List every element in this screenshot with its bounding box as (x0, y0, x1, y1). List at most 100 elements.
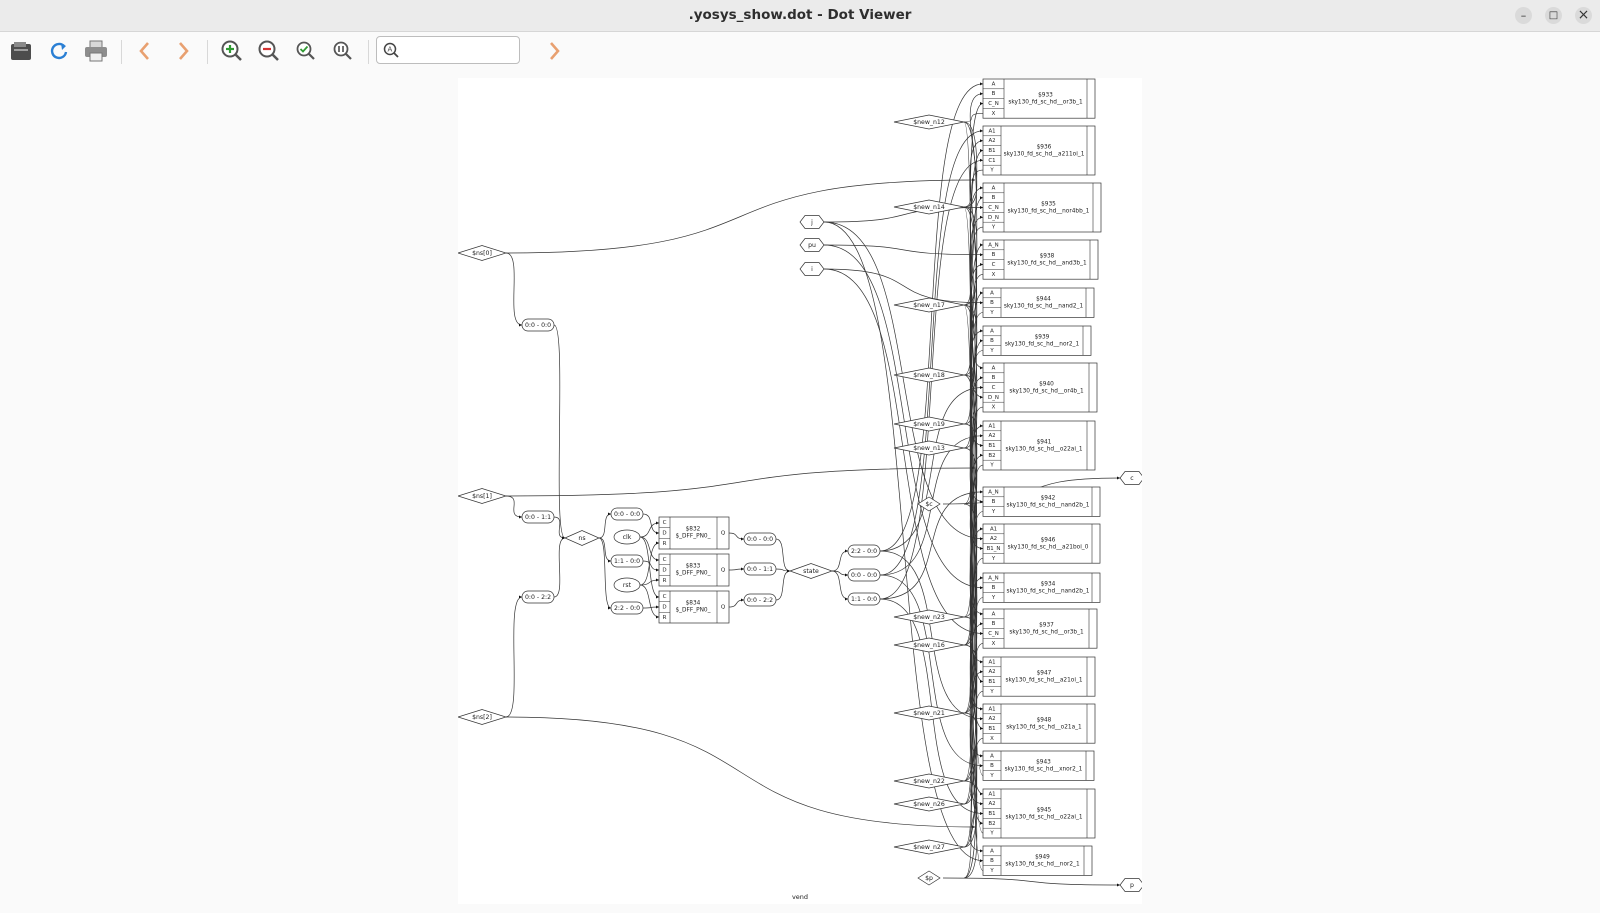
cell-port-A_N: A_N (988, 489, 998, 495)
cell-port-A: A (992, 81, 996, 87)
cell-port-Y: Y (991, 225, 996, 231)
cell-id: $938 (1040, 254, 1055, 260)
reload-button[interactable] (44, 36, 74, 66)
split-node-2-label: 0:0 - 2:2 (525, 594, 551, 601)
cell-port-D_N: D_N (988, 395, 999, 401)
chevron-right-icon (550, 42, 560, 60)
cell-id: $939 (1035, 335, 1050, 341)
cell-$939: ABY $939sky130_fd_sc_hd__nor2_1 (982, 325, 1092, 356)
split-node-1: 0:0 - 1:1 (521, 510, 555, 524)
cell-port-B: B (990, 338, 994, 344)
clk-node-label: clk (623, 534, 632, 541)
cell-port-C1: C1 (988, 158, 995, 164)
printer-icon (85, 40, 107, 62)
cell-type: sky130_fd_sc_hd__nor4bb_1 (1008, 209, 1090, 215)
wire-13: $p (917, 870, 941, 886)
back-button[interactable] (130, 36, 160, 66)
cell-$942: A_N BY $942sky130_fd_sc_hd__nand2b_1 (982, 486, 1101, 517)
dff-port-R: R (663, 615, 667, 621)
cell-id: $943 (1036, 760, 1051, 766)
wire-7: $new_n23 (893, 609, 965, 625)
zoom-in-icon (221, 40, 242, 61)
zoom-in-button[interactable] (217, 36, 247, 66)
cell-port-A2: A2 (990, 536, 997, 542)
cell-type: sky130_fd_sc_hd__or4b_1 (1009, 389, 1084, 395)
dff-id: $833 (686, 564, 701, 570)
rst-node: rst (613, 577, 641, 593)
search-box[interactable]: A (376, 36, 520, 64)
cell-port-A_N: A_N (988, 575, 998, 581)
cell-port-A1: A1 (988, 659, 995, 665)
cell-port-B1: B1 (988, 148, 995, 154)
minimize-button[interactable]: – (1515, 7, 1532, 24)
zoom-out-button[interactable] (254, 36, 284, 66)
cell-port-Y: Y (989, 689, 994, 695)
wire-11: $new_n26 (893, 796, 965, 812)
wire-5: $new_n13 (893, 440, 965, 456)
search-input[interactable] (403, 40, 515, 62)
q-slice-1: 0:0 - 1:1 (743, 562, 777, 576)
port-ns-2: $ns[2] (456, 709, 508, 725)
cell-$941: A1 A2 B1 B2 Y $941sky130_fd_sc_hd__o22ai_1 (982, 420, 1096, 471)
wire-4-label: $new_n19 (913, 421, 945, 428)
dff-id: $834 (686, 601, 701, 607)
cell-$944: ABY $944sky130_fd_sc_hd__nand2_1 (982, 287, 1095, 318)
cell-type: sky130_fd_sc_hd__and3b_1 (1007, 261, 1087, 267)
cell-port-Y: Y (991, 509, 996, 515)
window-title: .yosys_show.dot - Dot Viewer (688, 7, 912, 23)
cell-id: $940 (1039, 382, 1054, 388)
dff-port-C: C (663, 520, 667, 526)
find-next-button[interactable] (539, 36, 569, 66)
graph-canvas[interactable]: $ns[0] $ns[1] $ns[2] 0:0 - 0:0 0:0 - 1:1 0:0 … (456, 78, 1145, 904)
cell-type: sky130_fd_sc_hd__nor2_1 (1005, 342, 1080, 348)
close-button[interactable]: × (1575, 7, 1592, 24)
cell-type: sky130_fd_sc_hd__a21boi_0 (1008, 545, 1089, 551)
dff-port-C: C (663, 557, 667, 563)
cell-port-A1: A1 (988, 706, 995, 712)
maximize-button[interactable]: □ (1545, 7, 1562, 24)
cell-port-Y: Y (989, 831, 994, 837)
q-slice-0: 0:0 - 0:0 (743, 532, 777, 546)
ns-slice-1: 1:1 - 0:0 (610, 554, 644, 568)
cell-port-A: A (990, 753, 994, 759)
cell-port-B: B (992, 621, 996, 627)
dff-port-D: D (662, 568, 666, 574)
wire-10-label: $new_n22 (913, 778, 945, 785)
cell-id: $933 (1038, 93, 1053, 99)
state-node-label: state (803, 568, 819, 575)
input-j: j (799, 215, 825, 229)
ns-slice-0-label: 0:0 - 0:0 (614, 511, 640, 518)
state-slice-1-label: 0:0 - 0:0 (851, 572, 877, 579)
port-ns-1: $ns[1] (456, 488, 508, 504)
cell-port-A: A (992, 611, 996, 617)
output-p-label: p (1130, 882, 1134, 889)
wire-3-label: $new_n18 (913, 372, 945, 379)
cell-port-B: B (992, 91, 996, 97)
dff-port-R: R (663, 541, 667, 547)
cell-id: $948 (1037, 718, 1052, 724)
clk-node: clk (613, 529, 641, 545)
zoom-fit-button[interactable] (291, 36, 321, 66)
q-slice-0-label: 0:0 - 0:0 (747, 536, 773, 543)
cell-id: $934 (1041, 582, 1056, 588)
split-node-0: 0:0 - 0:0 (521, 318, 555, 332)
cell-id: $941 (1037, 440, 1052, 446)
zoom-100-button[interactable] (328, 36, 358, 66)
cell-port-B: B (992, 195, 996, 201)
cell-port-Y: Y (991, 595, 996, 601)
cell-id: $937 (1039, 623, 1054, 629)
state-slice-0-label: 2:2 - 0:0 (851, 548, 877, 555)
cell-port-A: A (992, 185, 996, 191)
print-button[interactable] (81, 36, 111, 66)
wire-0: $new_n12 (893, 114, 965, 130)
cell-port-A: A (992, 365, 996, 371)
input-j-label: j (810, 219, 813, 226)
open-file-button[interactable] (6, 36, 36, 66)
forward-button[interactable] (168, 36, 198, 66)
wire-4: $new_n19 (893, 416, 965, 432)
toolbar: A (0, 32, 1600, 72)
port-ns-0: $ns[0] (456, 245, 508, 261)
wire-6-label: $c (925, 501, 933, 508)
cell-port-C: C (992, 385, 996, 391)
cell-type: sky130_fd_sc_hd__nor2_1 (1005, 862, 1080, 868)
